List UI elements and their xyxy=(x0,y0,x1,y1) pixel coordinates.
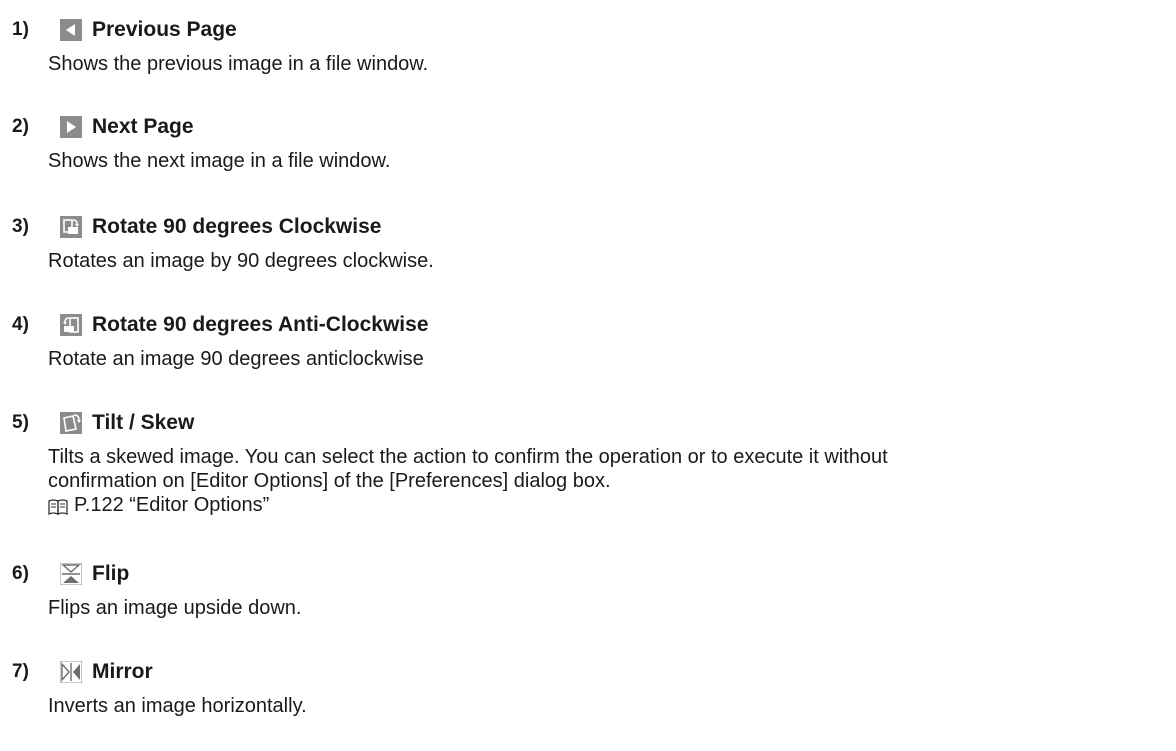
item-heading: 5) Tilt / Skew xyxy=(12,409,194,437)
item-heading: 2) Next Page xyxy=(12,113,194,141)
item-number: 4) xyxy=(12,314,29,335)
item-number: 1) xyxy=(12,19,29,40)
rotate-clockwise-icon xyxy=(60,216,82,238)
item-description: Rotates an image by 90 degrees clockwise… xyxy=(48,250,434,272)
item-title: Flip xyxy=(92,562,130,585)
item-title: Rotate 90 degrees Clockwise xyxy=(92,215,382,238)
item-title: Tilt / Skew xyxy=(92,411,195,434)
tilt-skew-icon xyxy=(60,412,82,434)
rotate-anticlockwise-icon xyxy=(60,314,82,336)
item-description: Inverts an image horizontally. xyxy=(48,695,307,717)
description-line: confirmation on [Editor Options] of the … xyxy=(48,470,611,492)
flip-icon xyxy=(60,563,82,585)
mirror-icon xyxy=(60,661,82,683)
item-description: Rotate an image 90 degrees anticlockwise xyxy=(48,348,424,370)
item-heading: 1) Previous Page xyxy=(12,16,237,44)
item-number: 7) xyxy=(12,661,29,682)
item-number: 2) xyxy=(12,116,29,137)
item-description: Shows the previous image in a file windo… xyxy=(48,53,429,75)
page-reference: P.122 “Editor Options” xyxy=(48,493,1168,517)
item-number: 6) xyxy=(12,563,29,584)
item-description: Shows the next image in a file window. xyxy=(48,150,391,172)
next-page-icon xyxy=(60,116,82,138)
item-number: 5) xyxy=(12,412,29,433)
item-title: Rotate 90 degrees Anti-Clockwise xyxy=(92,313,429,336)
description-line: Tilts a skewed image. You can select the… xyxy=(48,446,888,468)
book-icon xyxy=(48,497,68,516)
item-number: 3) xyxy=(12,216,29,237)
item-title: Mirror xyxy=(92,660,153,683)
item-title: Previous Page xyxy=(92,18,237,41)
item-title: Next Page xyxy=(92,115,194,138)
reference-link[interactable]: P.122 “Editor Options” xyxy=(74,493,269,517)
item-heading: 7) Mirror xyxy=(12,658,153,686)
item-heading: 6) Flip xyxy=(12,560,129,588)
item-description: Tilts a skewed image. You can select the… xyxy=(48,445,1168,517)
item-heading: 4) Rotate 90 degrees Anti-Clockwise xyxy=(12,311,429,339)
item-description: Flips an image upside down. xyxy=(48,597,302,619)
previous-page-icon xyxy=(60,19,82,41)
item-heading: 3) Rotate 90 degrees Clockwise xyxy=(12,213,381,241)
